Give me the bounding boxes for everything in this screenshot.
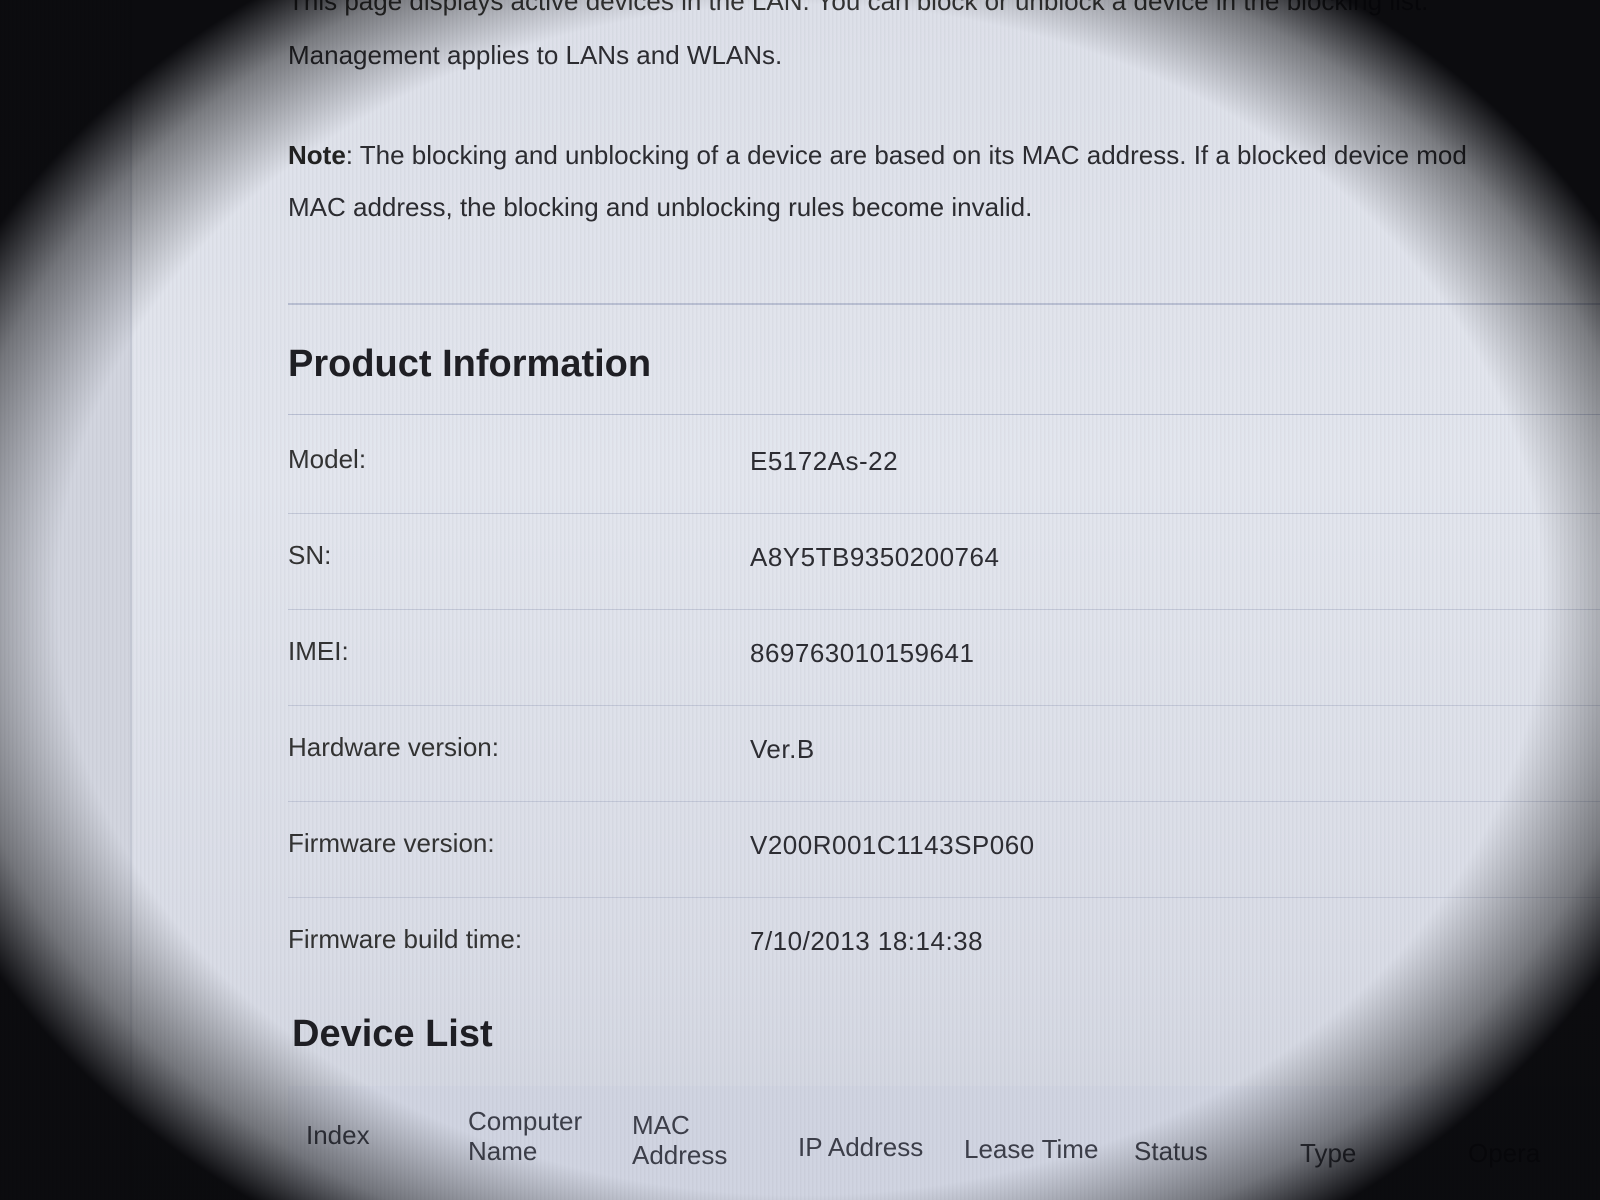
main-content: This page displays active devices in the… — [288, 0, 1600, 1200]
note-label: Note — [288, 140, 346, 170]
column-header-type[interactable]: Type — [1300, 1138, 1356, 1168]
info-row-hardware-version: Hardware version: Ver.B — [288, 706, 1600, 802]
column-header-operation[interactable]: Opera — [1468, 1138, 1540, 1168]
section-divider — [288, 303, 1600, 305]
info-row-sn: SN: A8Y5TB9350200764 — [288, 514, 1600, 610]
column-header-mac-address[interactable]: MAC Address — [632, 1110, 727, 1170]
firmware-build-time-label: Firmware build time: — [288, 924, 523, 954]
column-header-status[interactable]: Status — [1134, 1136, 1208, 1166]
note-text-line1: Note: The blocking and unblocking of a d… — [288, 140, 1467, 171]
device-list-table-header: Index Computer Name MAC Address IP Addre… — [288, 1086, 1600, 1200]
imei-label: IMEI: — [288, 636, 349, 666]
column-header-mac-line2: Address — [632, 1140, 728, 1170]
intro-text-line1: This page displays active devices in the… — [288, 0, 1429, 16]
firmware-version-label: Firmware version: — [288, 828, 495, 858]
sn-label: SN: — [288, 540, 332, 570]
column-header-computer-name[interactable]: Computer Name — [468, 1106, 582, 1166]
intro-text-line2: Management applies to LANs and WLANs. — [288, 40, 783, 70]
info-row-model: Model: E5172As-22 — [288, 418, 1600, 514]
info-row-imei: IMEI: 869763010159641 — [288, 610, 1600, 706]
column-header-computer-name-line2: Name — [468, 1136, 538, 1166]
info-row-firmware-version: Firmware version: V200R001C1143SP060 — [288, 802, 1600, 898]
note-text-line2: MAC address, the blocking and unblocking… — [288, 192, 1033, 222]
firmware-build-time-value: 7/10/2013 18:14:38 — [750, 926, 984, 956]
column-header-lease-time[interactable]: Lease Time — [964, 1134, 1098, 1164]
left-sidebar — [0, 0, 132, 1200]
hardware-version-value: Ver.B — [750, 734, 815, 764]
imei-value: 869763010159641 — [750, 638, 975, 668]
product-information-title: Product Information — [288, 343, 652, 385]
column-header-index[interactable]: Index — [306, 1120, 370, 1150]
column-header-ip-address[interactable]: IP Address — [798, 1132, 923, 1162]
note-text: : The blocking and unblocking of a devic… — [345, 140, 1467, 170]
column-header-computer-name-line1: Computer — [468, 1106, 583, 1136]
column-header-mac-line1: MAC — [632, 1110, 690, 1140]
model-value: E5172As-22 — [750, 446, 899, 476]
device-list-title: Device List — [292, 1013, 493, 1055]
info-row-firmware-build-time: Firmware build time: 7/10/2013 18:14:38 — [288, 898, 1600, 994]
title-underline — [288, 414, 1600, 415]
firmware-version-value: V200R001C1143SP060 — [750, 830, 1035, 860]
hardware-version-label: Hardware version: — [288, 732, 499, 762]
monitor-screen: This page displays active devices in the… — [0, 0, 1600, 1200]
model-label: Model: — [288, 444, 367, 474]
sn-value: A8Y5TB9350200764 — [750, 542, 1000, 572]
